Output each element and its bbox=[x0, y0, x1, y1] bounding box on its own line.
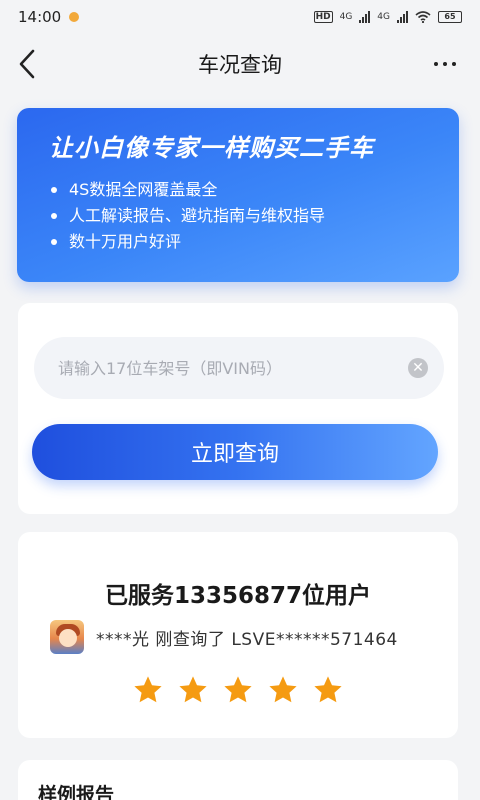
served-card: 已服务13356877位用户 ****光 刚查询了 LSVE******5714… bbox=[18, 532, 458, 738]
network-type-2: 4G bbox=[377, 12, 390, 22]
vin-input-container: ✕ bbox=[34, 337, 444, 399]
recent-action: 刚查询了 bbox=[155, 629, 226, 650]
star-icon bbox=[134, 676, 162, 703]
status-time: 14:00 bbox=[18, 8, 62, 26]
page-title: 车况查询 bbox=[198, 53, 282, 77]
sample-report-title: 样例报告 bbox=[38, 784, 115, 800]
star-icon bbox=[179, 676, 207, 703]
signal-icon-2 bbox=[397, 11, 408, 23]
chevron-left-icon[interactable] bbox=[16, 48, 40, 80]
hd-icon: HD bbox=[313, 11, 333, 23]
nav-bar: 车况查询 bbox=[0, 34, 480, 94]
network-type-1: 4G bbox=[339, 12, 353, 22]
recent-query-row: ****光 刚查询了 LSVE******571464 bbox=[50, 620, 398, 654]
battery-icon: 65 bbox=[438, 11, 462, 23]
wifi-icon bbox=[415, 11, 431, 23]
signal-icon bbox=[359, 11, 371, 23]
banner-points: 4S数据全网覆盖最全 人工解读报告、避坑指南与维权指导 数十万用户好评 bbox=[49, 177, 459, 255]
star-icon bbox=[314, 676, 342, 703]
banner-point: 人工解读报告、避坑指南与维权指导 bbox=[49, 203, 459, 229]
recent-vin: LSVE******571464 bbox=[231, 629, 398, 650]
banner-point: 4S数据全网覆盖最全 bbox=[49, 177, 459, 203]
served-count-title: 已服务13356877位用户 bbox=[104, 583, 372, 609]
sun-icon bbox=[69, 12, 80, 22]
avatar bbox=[50, 620, 84, 654]
banner-point: 数十万用户好评 bbox=[49, 229, 459, 255]
star-icon bbox=[269, 676, 297, 703]
more-dots-icon[interactable] bbox=[434, 56, 460, 72]
star-icon bbox=[224, 676, 252, 703]
promo-banner: 让小白像专家一样购买二手车 4S数据全网覆盖最全 人工解读报告、避坑指南与维权指… bbox=[17, 108, 459, 282]
clear-icon[interactable]: ✕ bbox=[408, 358, 428, 378]
sample-report-card[interactable]: 样例报告 bbox=[18, 760, 458, 800]
rating-stars bbox=[18, 674, 458, 706]
query-card: ✕ 立即查询 bbox=[18, 303, 458, 514]
recent-user-name: ****光 bbox=[96, 629, 150, 650]
query-button[interactable]: 立即查询 bbox=[32, 424, 438, 480]
vin-input[interactable] bbox=[58, 337, 398, 399]
banner-title: 让小白像专家一样购买二手车 bbox=[49, 134, 374, 162]
status-bar: 14:00 HD 4G 4G 65 bbox=[0, 0, 480, 34]
